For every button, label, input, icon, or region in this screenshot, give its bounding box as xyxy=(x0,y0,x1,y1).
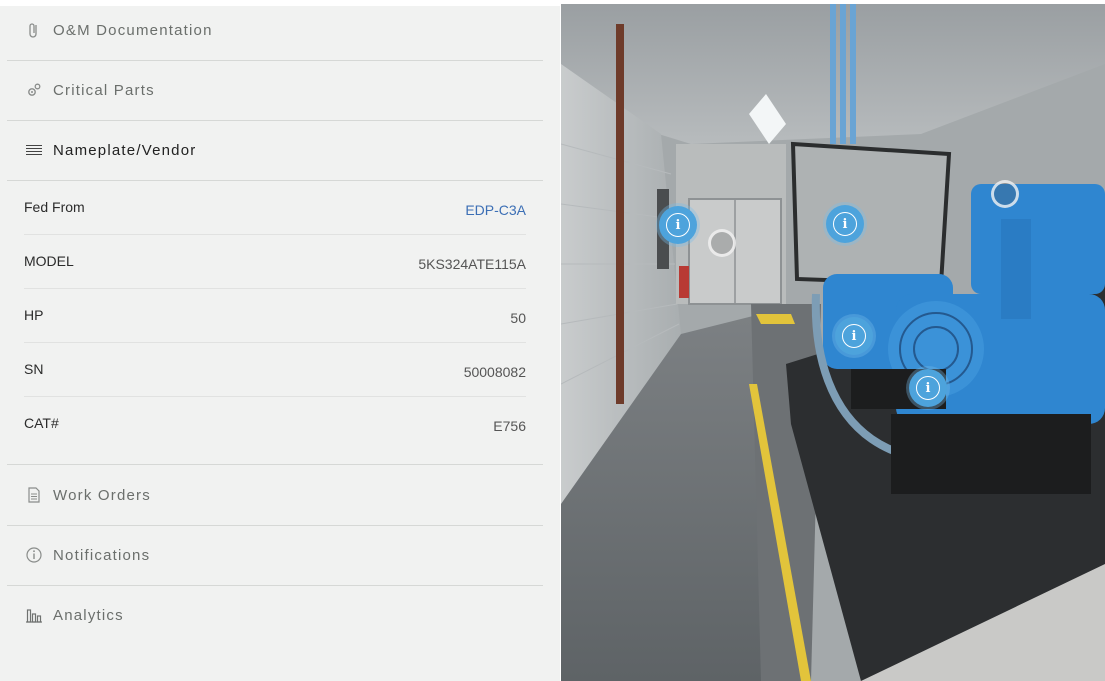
detail-key: SN xyxy=(24,361,44,377)
document-icon xyxy=(25,486,43,504)
info-icon: i xyxy=(916,376,940,400)
section-analytics[interactable]: Analytics xyxy=(7,585,543,645)
info-hotspot[interactable]: i xyxy=(826,205,864,243)
asset-sidebar: O&M Documentation Critical Parts Namepla… xyxy=(0,6,560,681)
section-critical-parts[interactable]: Critical Parts xyxy=(7,60,543,121)
info-icon: i xyxy=(833,212,857,236)
detail-value: 50008082 xyxy=(463,364,526,380)
gears-icon xyxy=(25,81,43,99)
bar-chart-icon xyxy=(25,606,43,624)
section-label: Work Orders xyxy=(53,486,151,504)
panorama-viewer[interactable]: i i i i xyxy=(561,4,1105,681)
list-lines-icon xyxy=(25,141,43,159)
detail-row-sn: SN 50008082 xyxy=(24,343,526,397)
detail-row-hp: HP 50 xyxy=(24,289,526,343)
paperclip-icon xyxy=(25,21,43,39)
detail-key: MODEL xyxy=(24,253,74,269)
info-icon: i xyxy=(842,324,866,348)
room-scene xyxy=(561,4,1105,681)
section-work-orders[interactable]: Work Orders xyxy=(7,465,543,526)
detail-key: Fed From xyxy=(24,199,85,215)
info-hotspot[interactable]: i xyxy=(659,206,697,244)
section-label: O&M Documentation xyxy=(53,21,213,39)
nameplate-details: Fed From EDP-C3A MODEL 5KS324ATE115A HP … xyxy=(7,181,543,450)
detail-row-model: MODEL 5KS324ATE115A xyxy=(24,235,526,289)
detail-value: 5KS324ATE115A xyxy=(418,256,526,272)
section-label: Notifications xyxy=(53,546,151,564)
info-icon: i xyxy=(666,213,690,237)
section-label: Critical Parts xyxy=(53,81,155,99)
section-om-documentation[interactable]: O&M Documentation xyxy=(7,0,543,61)
detail-row-cat: CAT# E756 xyxy=(24,397,526,450)
navigation-point[interactable] xyxy=(991,180,1019,208)
section-label: Analytics xyxy=(53,606,124,624)
detail-key: CAT# xyxy=(24,415,59,431)
detail-key: HP xyxy=(24,307,44,323)
fed-from-link[interactable]: EDP-C3A xyxy=(465,202,526,218)
info-circle-icon xyxy=(25,546,43,564)
detail-value: 50 xyxy=(510,310,526,326)
info-hotspot[interactable]: i xyxy=(909,369,947,407)
info-hotspot[interactable]: i xyxy=(835,317,873,355)
section-label: Nameplate/Vendor xyxy=(53,141,197,159)
detail-value: E756 xyxy=(493,418,526,434)
detail-row-fed-from: Fed From EDP-C3A xyxy=(24,181,526,235)
section-nameplate-vendor[interactable]: Nameplate/Vendor xyxy=(7,120,543,181)
navigation-point[interactable] xyxy=(708,229,736,257)
section-notifications[interactable]: Notifications xyxy=(7,525,543,586)
